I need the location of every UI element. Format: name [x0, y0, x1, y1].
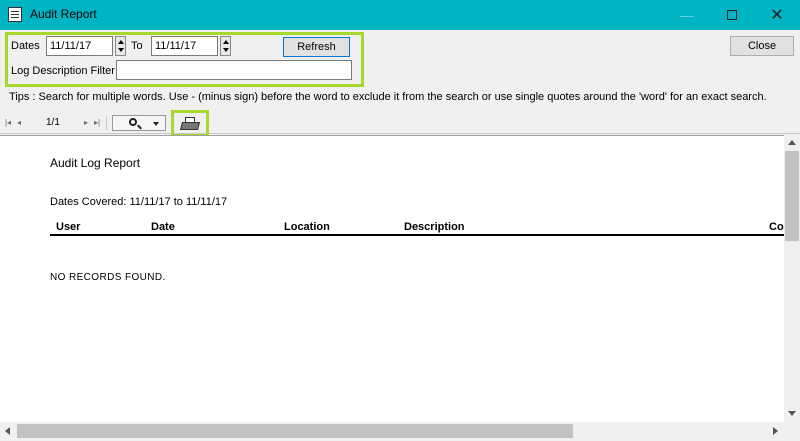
scroll-right-icon[interactable]: [773, 427, 778, 435]
to-date-field[interactable]: 11/11/17: [151, 36, 218, 56]
vertical-scrollbar[interactable]: [784, 135, 800, 422]
search-tips: Tips : Search for multiple words. Use - …: [9, 91, 767, 103]
scrollbar-corner: [784, 422, 800, 441]
window-close-button[interactable]: ✕: [754, 0, 800, 30]
to-label: To: [131, 40, 143, 52]
report-title: Audit Log Report: [50, 156, 141, 170]
app-icon: [8, 7, 22, 22]
column-header-truncated: Co: [769, 221, 784, 233]
scroll-up-icon[interactable]: [788, 140, 796, 145]
report-toolbar: |◂ ◂ 1/1 ▸ ▸|: [0, 113, 800, 134]
minimize-button[interactable]: —: [664, 0, 710, 30]
minimize-icon: —: [680, 7, 694, 23]
from-date-spinner[interactable]: [115, 36, 126, 56]
zoom-dropdown[interactable]: [112, 115, 166, 131]
log-description-filter-input[interactable]: [116, 60, 352, 80]
to-date-spinner[interactable]: [220, 36, 231, 56]
window-title: Audit Report: [30, 7, 97, 21]
report-viewer: Audit Log Report Dates Covered: 11/11/17…: [0, 135, 784, 422]
horizontal-scrollbar[interactable]: [0, 422, 784, 441]
header-underline: [50, 234, 784, 236]
column-header-description: Description: [404, 221, 465, 233]
horizontal-scroll-thumb[interactable]: [17, 424, 573, 438]
maximize-button[interactable]: [709, 0, 755, 30]
scroll-down-icon[interactable]: [788, 411, 796, 416]
zoom-icon: [129, 118, 137, 126]
from-date-field[interactable]: 11/11/17: [46, 36, 113, 56]
prev-page-icon[interactable]: ◂: [14, 117, 24, 129]
vertical-scroll-thumb[interactable]: [785, 151, 799, 241]
refresh-button[interactable]: Refresh: [283, 37, 350, 57]
title-bar: Audit Report — ✕: [0, 0, 800, 30]
column-header-date: Date: [151, 221, 175, 233]
column-header-user: User: [56, 221, 81, 233]
dates-label: Dates: [11, 40, 40, 52]
no-records-message: NO RECORDS FOUND.: [50, 272, 166, 283]
first-page-icon[interactable]: |◂: [3, 117, 13, 129]
toolbar-separator: [106, 116, 107, 130]
dates-covered: Dates Covered: 11/11/17 to 11/11/17: [50, 196, 228, 208]
print-highlight-box: [171, 110, 209, 137]
next-page-icon[interactable]: ▸: [81, 117, 91, 129]
last-page-icon[interactable]: ▸|: [92, 117, 102, 129]
log-description-filter-label: Log Description Filter: [11, 65, 115, 77]
close-button[interactable]: Close: [730, 36, 794, 56]
maximize-icon: [727, 10, 737, 20]
page-indicator: 1/1: [46, 117, 60, 128]
column-header-location: Location: [284, 221, 330, 233]
scroll-left-icon[interactable]: [5, 427, 10, 435]
chevron-down-icon: [153, 122, 159, 126]
